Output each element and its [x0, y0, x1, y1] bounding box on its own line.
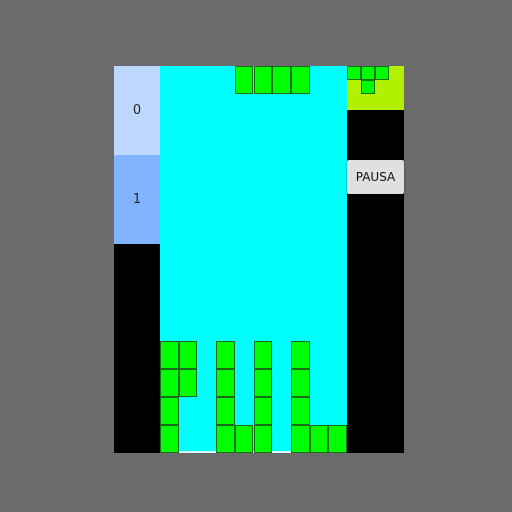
score-value-0: 0 [132, 103, 142, 118]
stacked-block [309, 425, 329, 453]
stacked-block [290, 369, 310, 397]
stacked-block [160, 369, 179, 397]
stacked-block [216, 341, 235, 369]
stacked-block [290, 425, 310, 453]
falling-piece-block [272, 66, 291, 94]
next-piece-block [361, 66, 375, 80]
score-box-1: 1 [114, 155, 160, 244]
stacked-block [178, 369, 198, 397]
stacked-block [160, 425, 179, 453]
next-piece-block [361, 80, 375, 94]
stacked-block [253, 425, 273, 453]
stacked-block [160, 341, 179, 369]
score-value-1: 1 [132, 192, 142, 207]
stacked-block [234, 425, 254, 453]
stacked-block [160, 397, 179, 425]
stacked-block [253, 341, 273, 369]
stacked-block [216, 397, 235, 425]
stacked-block [328, 425, 347, 453]
stacked-block [216, 369, 235, 397]
stacked-block [253, 397, 273, 425]
stacked-block [290, 341, 310, 369]
next-piece-panel [347, 66, 404, 110]
stacked-block [290, 397, 310, 425]
score-box-0: 0 [114, 66, 160, 155]
next-piece-block [375, 66, 389, 80]
stacked-block [253, 369, 273, 397]
stacked-block [178, 341, 198, 369]
next-piece-block [347, 66, 361, 80]
falling-piece-block [290, 66, 310, 94]
pause-button[interactable]: PAUSA [347, 160, 404, 194]
game-screen: 0 1 PAUSA [114, 66, 404, 453]
stacked-block [216, 425, 235, 453]
falling-piece-block [234, 66, 254, 94]
game-board[interactable] [160, 66, 347, 453]
falling-piece-block [253, 66, 273, 94]
